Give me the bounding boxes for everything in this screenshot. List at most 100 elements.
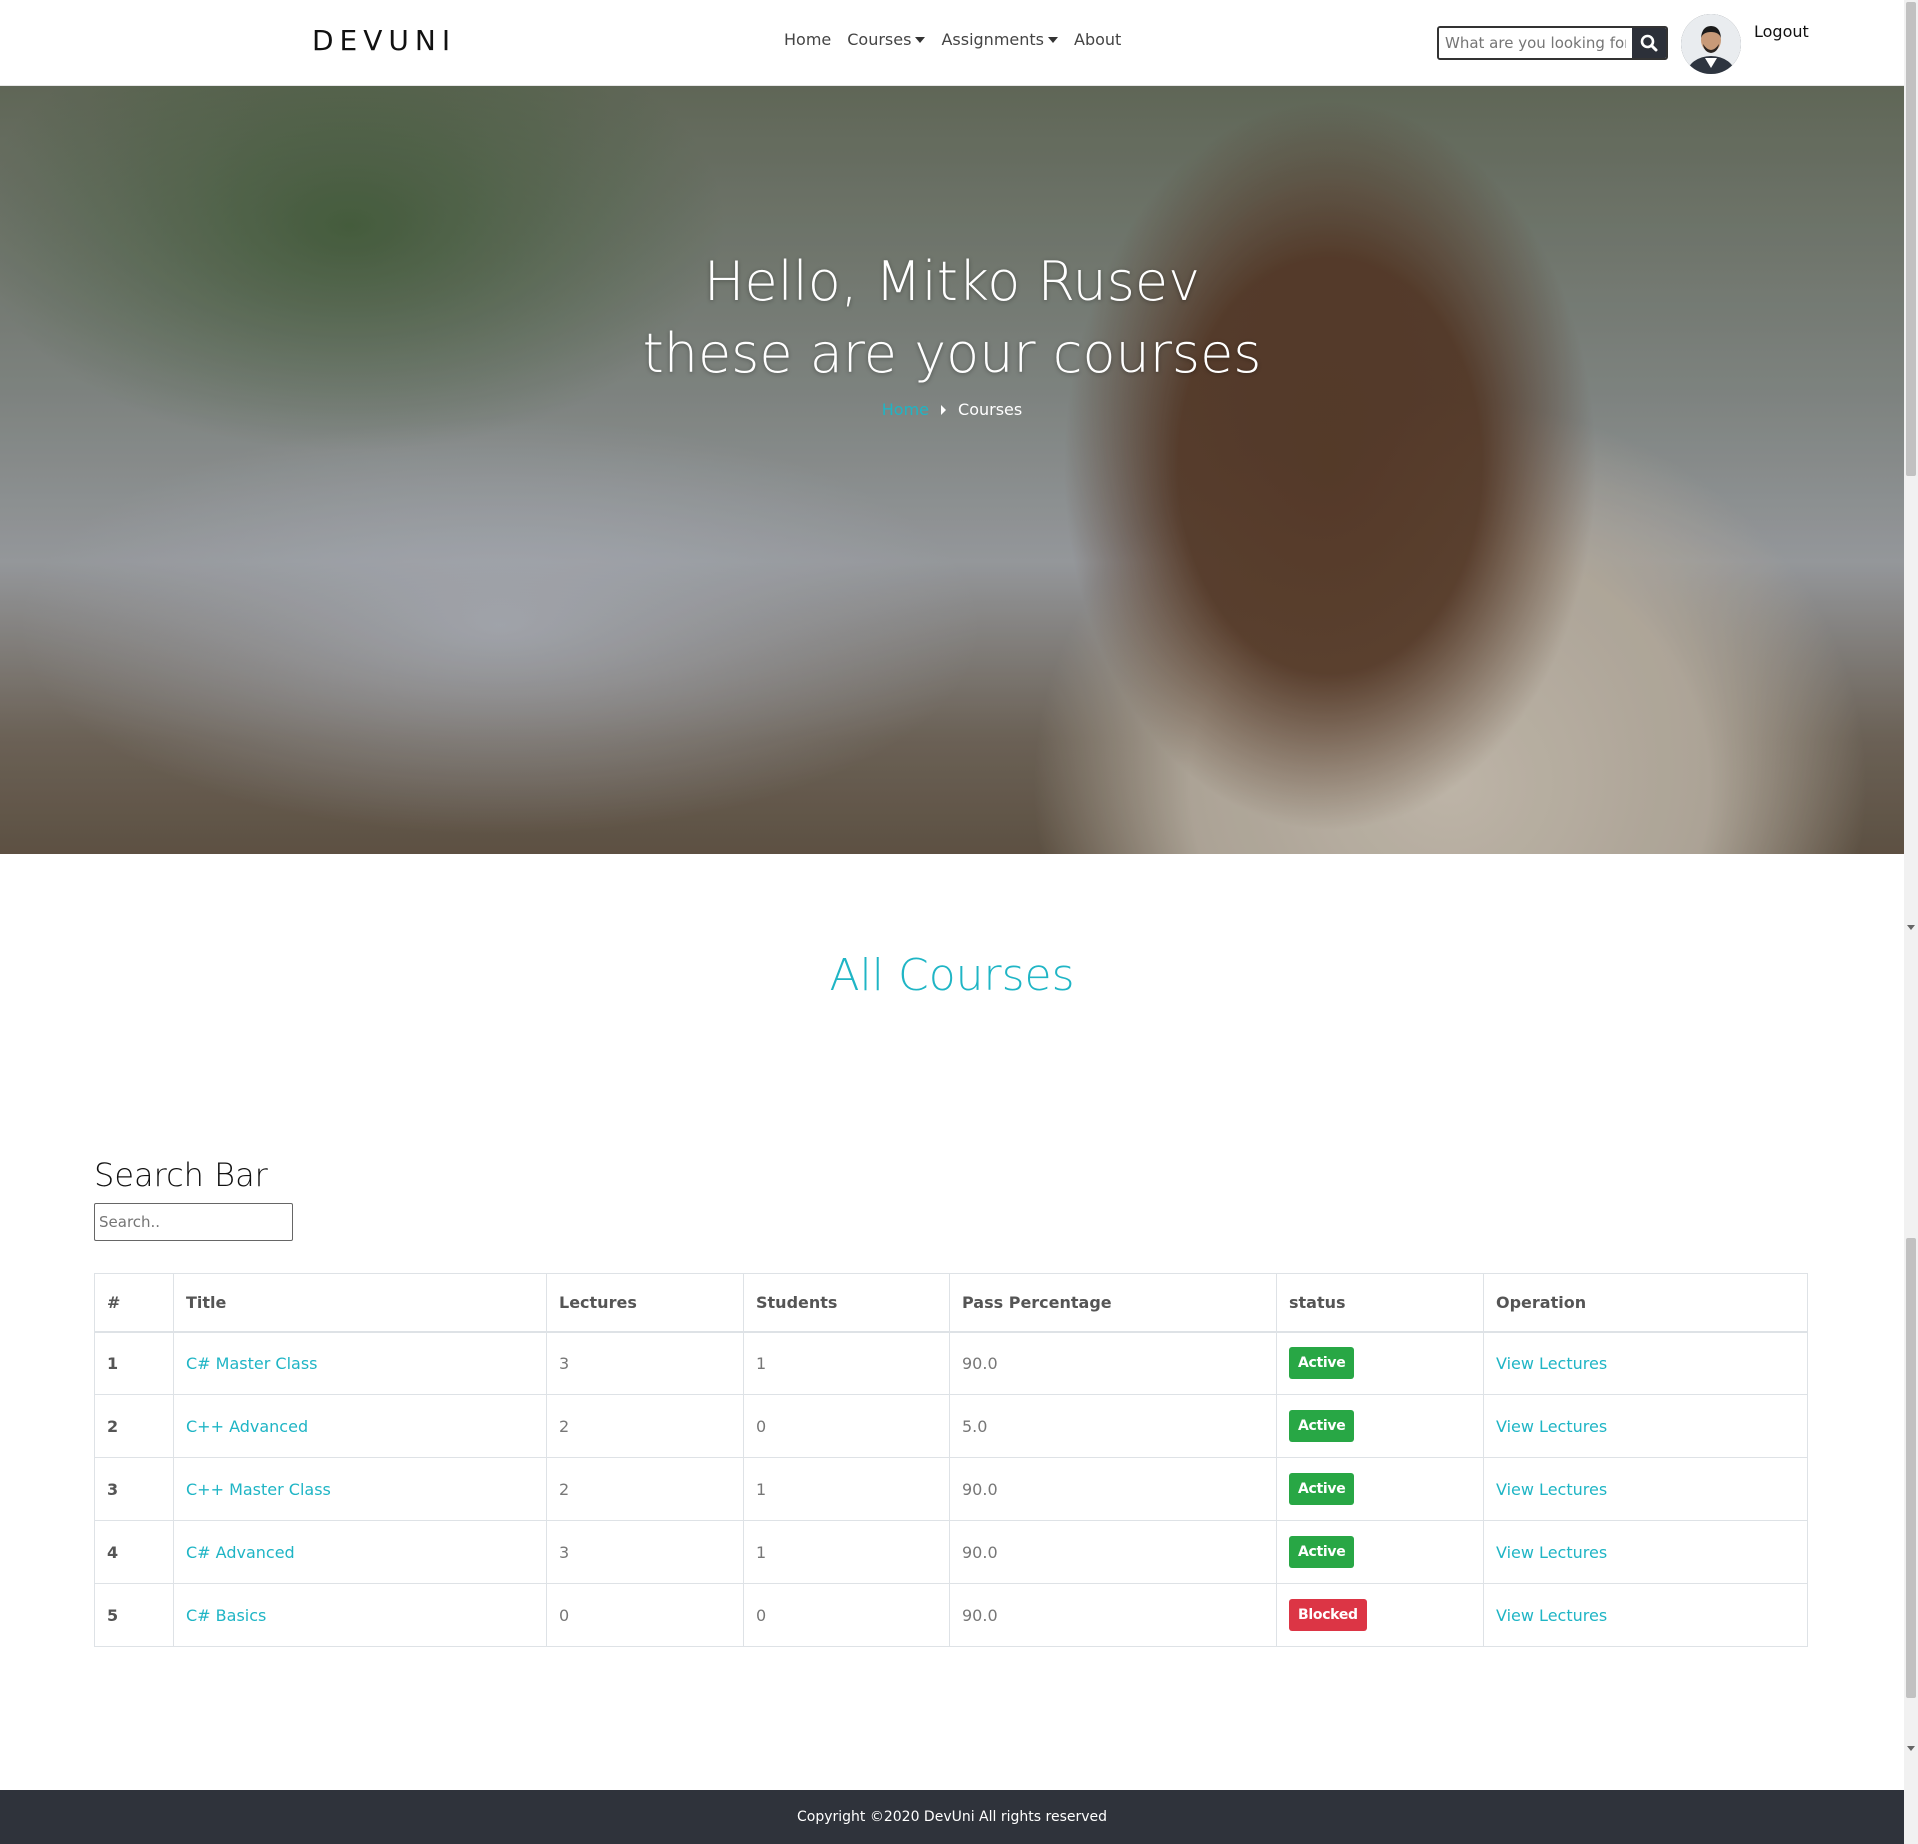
row-number: 4 xyxy=(94,1520,174,1584)
students-cell: 1 xyxy=(743,1520,950,1584)
course-title-cell: C++ Master Class xyxy=(173,1457,547,1521)
row-number: 2 xyxy=(94,1394,174,1458)
col-status: status xyxy=(1276,1273,1484,1333)
students-cell: 0 xyxy=(743,1583,950,1647)
col-title: Title xyxy=(173,1273,547,1333)
pass-percentage-cell: 90.0 xyxy=(949,1331,1277,1395)
status-cell: Active xyxy=(1276,1331,1484,1395)
breadcrumb: Home Courses xyxy=(0,400,1904,419)
course-title-cell: C++ Advanced xyxy=(173,1394,547,1458)
col-operation: Operation xyxy=(1483,1273,1808,1333)
nav-assignments[interactable]: Assignments xyxy=(941,30,1058,49)
table-row: 4 C# Advanced 3 1 90.0 Active View Lectu… xyxy=(94,1520,1808,1584)
hero-overlay xyxy=(0,86,1904,854)
operation-cell: View Lectures xyxy=(1483,1457,1808,1521)
navbar: DEVUNI Home Courses Assignments About Lo… xyxy=(0,0,1904,86)
operation-cell: View Lectures xyxy=(1483,1394,1808,1458)
operation-cell: View Lectures xyxy=(1483,1331,1808,1395)
footer: Copyright ©2020 DevUni All rights reserv… xyxy=(0,1790,1904,1844)
course-title-link[interactable]: C# Basics xyxy=(186,1606,266,1625)
col-students: Students xyxy=(743,1273,950,1333)
header-search-input[interactable] xyxy=(1439,28,1632,58)
col-lectures: Lectures xyxy=(546,1273,744,1333)
course-title-link[interactable]: C# Advanced xyxy=(186,1543,295,1562)
courses-table: # Title Lectures Students Pass Percentag… xyxy=(94,1273,1808,1647)
table-row: 2 C++ Advanced 2 0 5.0 Active View Lectu… xyxy=(94,1394,1808,1458)
table-row: 5 C# Basics 0 0 90.0 Blocked View Lectur… xyxy=(94,1583,1808,1647)
course-title-cell: C# Basics xyxy=(173,1583,547,1647)
status-badge: Active xyxy=(1289,1347,1355,1380)
row-number: 3 xyxy=(94,1457,174,1521)
search-icon xyxy=(1640,34,1658,52)
col-number: # xyxy=(94,1273,174,1333)
view-lectures-link[interactable]: View Lectures xyxy=(1496,1417,1607,1436)
course-title-cell: C# Master Class xyxy=(173,1331,547,1395)
students-cell: 0 xyxy=(743,1394,950,1458)
pass-percentage-cell: 90.0 xyxy=(949,1457,1277,1521)
lectures-cell: 2 xyxy=(546,1457,744,1521)
header-search-button[interactable] xyxy=(1632,28,1666,58)
scrollbar-thumb[interactable] xyxy=(1906,2,1916,476)
lectures-cell: 2 xyxy=(546,1394,744,1458)
lectures-cell: 0 xyxy=(546,1583,744,1647)
hero-greeting: Hello, Mitko Rusev xyxy=(703,250,1201,313)
lectures-cell: 3 xyxy=(546,1520,744,1584)
status-cell: Active xyxy=(1276,1520,1484,1584)
scroll-down-arrow-icon[interactable] xyxy=(1907,1746,1915,1751)
hero-banner: Hello, Mitko Rusev these are your course… xyxy=(0,86,1904,854)
status-badge: Blocked xyxy=(1289,1599,1367,1631)
students-cell: 1 xyxy=(743,1457,950,1521)
breadcrumb-home-link[interactable]: Home xyxy=(882,400,929,419)
caret-down-icon xyxy=(915,36,926,43)
course-title-link[interactable]: C++ Advanced xyxy=(186,1417,308,1436)
main-nav: Home Courses Assignments About xyxy=(784,30,1121,49)
scrollbar-thumb-secondary[interactable] xyxy=(1906,1238,1916,1698)
copyright-text: Copyright ©2020 DevUni All rights reserv… xyxy=(796,1809,1108,1825)
avatar[interactable] xyxy=(1681,14,1741,74)
row-number: 1 xyxy=(94,1331,174,1395)
pass-percentage-cell: 90.0 xyxy=(949,1520,1277,1584)
logout-link[interactable]: Logout xyxy=(1754,22,1809,41)
course-title-link[interactable]: C# Master Class xyxy=(186,1354,317,1373)
nav-courses[interactable]: Courses xyxy=(847,30,926,49)
operation-cell: View Lectures xyxy=(1483,1583,1808,1647)
status-cell: Blocked xyxy=(1276,1583,1484,1647)
status-badge: Active xyxy=(1289,1536,1355,1568)
status-badge: Active xyxy=(1289,1473,1355,1505)
nav-home[interactable]: Home xyxy=(784,30,831,49)
scroll-down-arrow-icon[interactable] xyxy=(1907,925,1915,930)
course-title-cell: C# Advanced xyxy=(173,1520,547,1584)
hero-subtitle: these are your courses xyxy=(642,322,1262,385)
view-lectures-link[interactable]: View Lectures xyxy=(1496,1354,1607,1373)
nav-assignments-label: Assignments xyxy=(941,30,1044,49)
table-row: 3 C++ Master Class 2 1 90.0 Active View … xyxy=(94,1457,1808,1521)
user-avatar-icon xyxy=(1681,14,1741,74)
operation-cell: View Lectures xyxy=(1483,1520,1808,1584)
status-badge: Active xyxy=(1289,1410,1355,1442)
course-title-link[interactable]: C++ Master Class xyxy=(186,1480,331,1499)
table-row: 1 C# Master Class 3 1 90.0 Active View L… xyxy=(94,1331,1808,1395)
brand-logo[interactable]: DEVUNI xyxy=(312,24,456,57)
course-search-input[interactable] xyxy=(94,1203,293,1241)
nav-home-label: Home xyxy=(784,30,832,49)
view-lectures-link[interactable]: View Lectures xyxy=(1496,1606,1607,1625)
view-lectures-link[interactable]: View Lectures xyxy=(1496,1480,1607,1499)
nav-about-label: About xyxy=(1074,30,1122,49)
chevron-right-icon xyxy=(941,404,947,415)
status-cell: Active xyxy=(1276,1394,1484,1458)
row-number: 5 xyxy=(94,1583,174,1647)
breadcrumb-current: Courses xyxy=(958,400,1023,419)
page-title: All Courses xyxy=(829,950,1075,1001)
pass-percentage-cell: 5.0 xyxy=(949,1394,1277,1458)
lectures-cell: 3 xyxy=(546,1331,744,1395)
caret-down-icon xyxy=(1048,36,1058,43)
pass-percentage-cell: 90.0 xyxy=(949,1583,1277,1647)
header-search xyxy=(1437,26,1668,60)
search-heading: Search Bar xyxy=(94,1156,268,1194)
view-lectures-link[interactable]: View Lectures xyxy=(1496,1543,1607,1562)
table-header-row: # Title Lectures Students Pass Percentag… xyxy=(94,1273,1808,1333)
page-scrollbar[interactable] xyxy=(1904,0,1918,1844)
col-pass-percentage: Pass Percentage xyxy=(949,1273,1277,1333)
nav-courses-label: Courses xyxy=(847,30,912,49)
nav-about[interactable]: About xyxy=(1074,30,1121,49)
